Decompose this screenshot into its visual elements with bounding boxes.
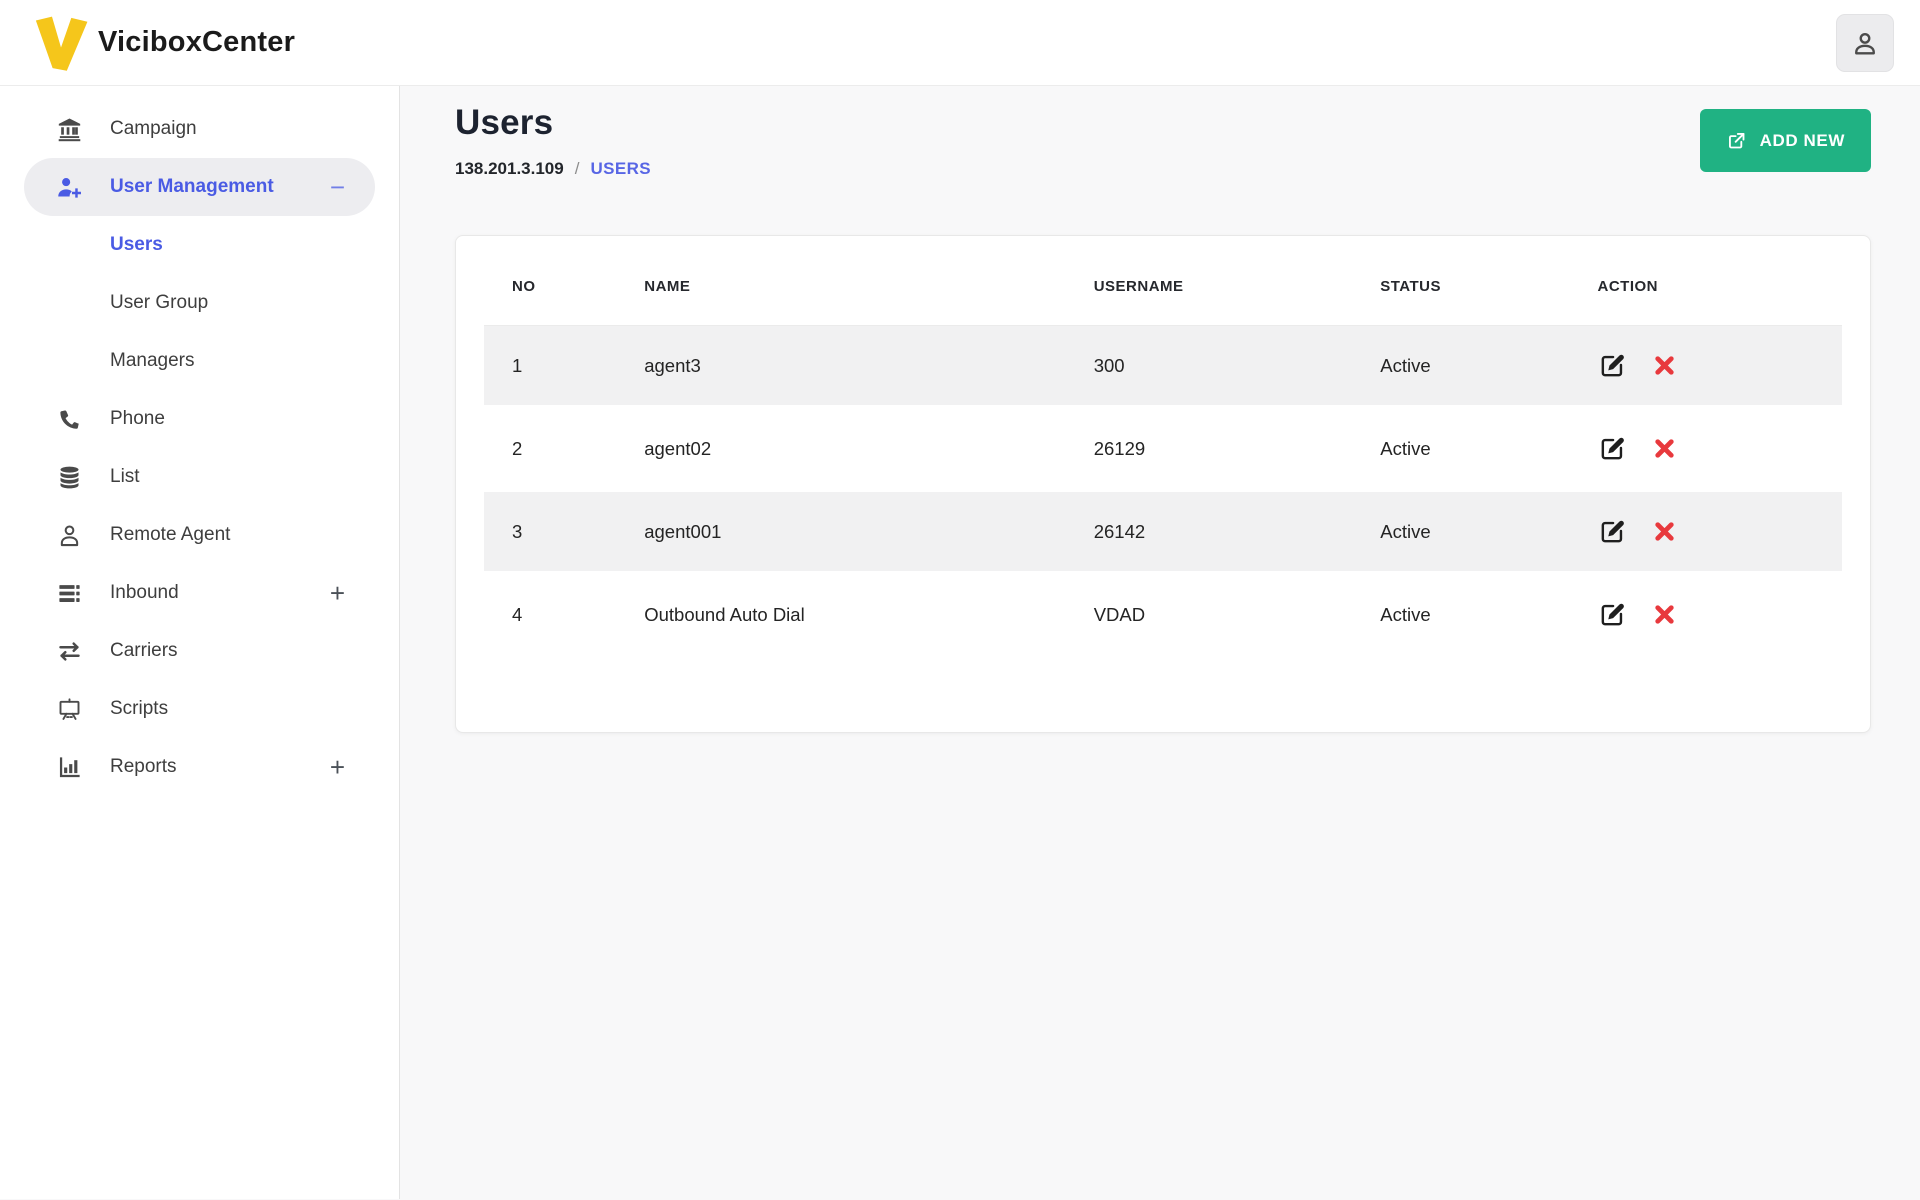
plus-icon[interactable]: + bbox=[330, 754, 345, 780]
edit-icon[interactable] bbox=[1598, 351, 1627, 380]
plus-icon[interactable]: + bbox=[330, 580, 345, 606]
delete-icon[interactable] bbox=[1652, 353, 1677, 378]
cell-name: agent3 bbox=[644, 325, 1094, 409]
delete-icon[interactable] bbox=[1652, 519, 1677, 544]
sidebar-item-managers[interactable]: Managers bbox=[24, 332, 375, 390]
edit-icon[interactable] bbox=[1598, 600, 1627, 629]
bar-chart-icon bbox=[54, 754, 84, 781]
sidebar-item-reports[interactable]: Reports + bbox=[24, 738, 375, 796]
breadcrumb-separator: / bbox=[574, 159, 580, 178]
account-icon bbox=[1855, 32, 1875, 54]
users-table-card: NO NAME USERNAME STATUS ACTION 1 agent3 … bbox=[455, 235, 1871, 733]
user-plus-icon bbox=[54, 174, 84, 201]
cell-username: 26142 bbox=[1093, 490, 1381, 575]
sidebar-item-label: Carriers bbox=[110, 640, 178, 661]
sidebar-item-label: List bbox=[110, 466, 140, 487]
breadcrumb-host: 138.201.3.109 bbox=[455, 159, 564, 178]
database-icon bbox=[54, 464, 84, 491]
add-new-label: ADD NEW bbox=[1759, 130, 1845, 150]
row-actions bbox=[1598, 517, 1842, 546]
person-icon bbox=[54, 522, 84, 549]
col-action: ACTION bbox=[1597, 278, 1659, 295]
sidebar-item-scripts[interactable]: Scripts bbox=[24, 680, 375, 738]
brand-name: ViciboxCenter bbox=[98, 26, 296, 58]
sidebar: Campaign User Management − Users User Gr… bbox=[0, 86, 400, 1199]
edit-icon[interactable] bbox=[1598, 517, 1627, 546]
sidebar-item-label: Scripts bbox=[110, 698, 169, 719]
sidebar-item-label: Managers bbox=[110, 350, 195, 371]
cell-username: 26129 bbox=[1093, 407, 1381, 492]
v-logo-icon bbox=[35, 16, 88, 71]
external-link-icon bbox=[1728, 133, 1744, 149]
table-header-row: NO NAME USERNAME STATUS ACTION bbox=[484, 260, 1842, 326]
cell-no: 4 bbox=[484, 573, 645, 658]
sidebar-item-label: Inbound bbox=[110, 582, 179, 603]
row-actions bbox=[1598, 351, 1842, 380]
sidebar-item-user-group[interactable]: User Group bbox=[24, 274, 375, 332]
page-title: Users bbox=[455, 103, 554, 142]
delete-icon[interactable] bbox=[1652, 436, 1677, 461]
cell-status: Active bbox=[1380, 573, 1598, 658]
row-actions bbox=[1598, 600, 1842, 629]
col-no: NO bbox=[512, 278, 536, 295]
cell-no: 2 bbox=[484, 407, 645, 492]
sidebar-item-label: Phone bbox=[110, 408, 165, 429]
sidebar-item-inbound[interactable]: Inbound + bbox=[24, 564, 375, 622]
cell-no: 3 bbox=[484, 490, 645, 575]
table-row: 3 agent001 26142 Active bbox=[484, 490, 1842, 575]
cell-name: agent001 bbox=[644, 490, 1094, 575]
bank-icon bbox=[54, 116, 84, 143]
sidebar-item-label: User Management bbox=[110, 176, 274, 197]
main-content: Users 138.201.3.109 / USERS ADD NEW NO N… bbox=[400, 86, 1920, 1199]
users-table: NO NAME USERNAME STATUS ACTION 1 agent3 … bbox=[484, 260, 1842, 658]
col-status: STATUS bbox=[1380, 278, 1442, 295]
breadcrumb-page-link[interactable]: USERS bbox=[590, 159, 651, 179]
account-button[interactable] bbox=[1836, 13, 1894, 72]
brand-logo: ViciboxCenter bbox=[30, 14, 295, 72]
col-name: NAME bbox=[644, 278, 691, 295]
sidebar-item-label: Campaign bbox=[110, 118, 197, 139]
presentation-icon bbox=[54, 696, 84, 723]
edit-icon[interactable] bbox=[1598, 434, 1627, 463]
sidebar-item-users[interactable]: Users bbox=[24, 216, 375, 274]
sidebar-item-label: Users bbox=[110, 234, 163, 255]
cell-status: Active bbox=[1380, 490, 1598, 575]
cell-name: agent02 bbox=[644, 407, 1094, 492]
col-username: USERNAME bbox=[1093, 278, 1184, 295]
table-row: 2 agent02 26129 Active bbox=[484, 407, 1842, 492]
cell-status: Active bbox=[1380, 325, 1598, 409]
cell-username: VDAD bbox=[1093, 573, 1381, 658]
breadcrumb: 138.201.3.109 / USERS bbox=[455, 159, 651, 179]
table-row: 4 Outbound Auto Dial VDAD Active bbox=[484, 573, 1842, 658]
sidebar-item-user-management[interactable]: User Management − bbox=[24, 158, 375, 216]
top-header: ViciboxCenter bbox=[0, 0, 1920, 86]
cell-no: 1 bbox=[484, 325, 645, 409]
minus-icon[interactable]: − bbox=[330, 174, 345, 200]
sidebar-item-remote-agent[interactable]: Remote Agent bbox=[24, 506, 375, 564]
sidebar-nav: Campaign User Management − Users User Gr… bbox=[24, 100, 375, 796]
sidebar-item-label: User Group bbox=[110, 292, 209, 313]
cell-username: 300 bbox=[1093, 325, 1381, 409]
rows-icon bbox=[54, 580, 84, 607]
sidebar-item-campaign[interactable]: Campaign bbox=[24, 100, 375, 158]
table-row: 1 agent3 300 Active bbox=[484, 325, 1842, 409]
add-new-button[interactable]: ADD NEW bbox=[1699, 109, 1871, 172]
row-actions bbox=[1598, 434, 1842, 463]
sidebar-item-label: Remote Agent bbox=[110, 524, 231, 545]
cell-name: Outbound Auto Dial bbox=[644, 573, 1094, 658]
sidebar-item-list[interactable]: List bbox=[24, 448, 375, 506]
delete-icon[interactable] bbox=[1652, 602, 1677, 627]
phone-icon bbox=[54, 406, 84, 433]
cell-status: Active bbox=[1380, 407, 1598, 492]
sidebar-item-carriers[interactable]: Carriers bbox=[24, 622, 375, 680]
sidebar-item-label: Reports bbox=[110, 756, 177, 777]
sidebar-item-phone[interactable]: Phone bbox=[24, 390, 375, 448]
exchange-icon bbox=[54, 638, 84, 665]
